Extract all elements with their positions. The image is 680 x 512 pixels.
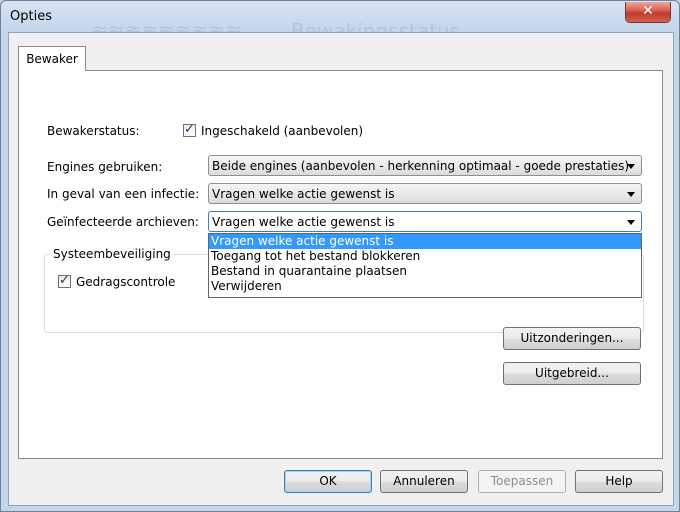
guard-status-label: Bewakerstatus: — [47, 124, 140, 138]
engines-select[interactable]: Beide engines (aanbevolen - herkenning o… — [208, 155, 642, 176]
guard-status-checkbox-label[interactable]: Ingeschakeld (aanbevolen) — [201, 124, 363, 138]
dropdown-option-quarantine[interactable]: Bestand in quarantaine plaatsen — [209, 264, 641, 279]
infection-label: In geval van een infectie: — [47, 187, 200, 201]
infection-select[interactable]: Vragen welke actie gewenst is — [208, 183, 642, 204]
cancel-button[interactable]: Annuleren — [380, 470, 468, 493]
dropdown-option-block[interactable]: Toegang tot het bestand blokkeren — [209, 249, 641, 264]
dropdown-option-delete[interactable]: Verwijderen — [209, 279, 641, 294]
infection-select-value: Vragen welke actie gewenst is — [212, 187, 395, 201]
behavior-control-checkbox[interactable] — [58, 273, 71, 288]
archives-dropdown-list: Vragen welke actie gewenst is Toegang to… — [208, 233, 642, 298]
behavior-control-label[interactable]: Gedragscontrole — [76, 275, 175, 289]
engines-label: Engines gebruiken: — [47, 160, 163, 174]
options-dialog: ≋≋≋≋≋≋≋≋≋ Bewakingsstatus Opties ✕ Bewak… — [0, 0, 680, 512]
ok-button[interactable]: OK — [284, 470, 372, 493]
system-protection-legend: Systeembeveiliging — [50, 247, 174, 261]
tab-bewaker[interactable]: Bewaker — [18, 46, 86, 71]
close-icon: ✕ — [642, 3, 654, 19]
advanced-button[interactable]: Uitgebreid... — [503, 362, 641, 385]
guard-status-checkbox[interactable] — [183, 122, 196, 137]
chevron-down-icon — [627, 192, 635, 197]
archives-select[interactable]: Vragen welke actie gewenst is — [208, 211, 642, 232]
dropdown-option-ask[interactable]: Vragen welke actie gewenst is — [209, 234, 641, 249]
apply-button[interactable]: Toepassen — [478, 470, 566, 493]
archives-label: Geïnfecteerde archieven: — [47, 215, 199, 229]
dialog-client-area: Bewaker Bewakerstatus: Ingeschakeld (aan… — [8, 32, 674, 506]
chevron-down-icon — [627, 164, 635, 169]
engines-select-value: Beide engines (aanbevolen - herkenning o… — [212, 159, 630, 173]
help-button[interactable]: Help — [575, 470, 663, 493]
archives-select-value: Vragen welke actie gewenst is — [212, 215, 395, 229]
window-title: Opties — [10, 9, 52, 24]
chevron-down-icon — [627, 220, 635, 225]
exceptions-button[interactable]: Uitzonderingen... — [503, 327, 641, 350]
close-button[interactable]: ✕ — [625, 2, 671, 23]
tab-panel-bewaker: Bewakerstatus: Ingeschakeld (aanbevolen)… — [18, 70, 663, 459]
title-bar[interactable]: ≋≋≋≋≋≋≋≋≋ Bewakingsstatus Opties ✕ — [1, 1, 679, 43]
